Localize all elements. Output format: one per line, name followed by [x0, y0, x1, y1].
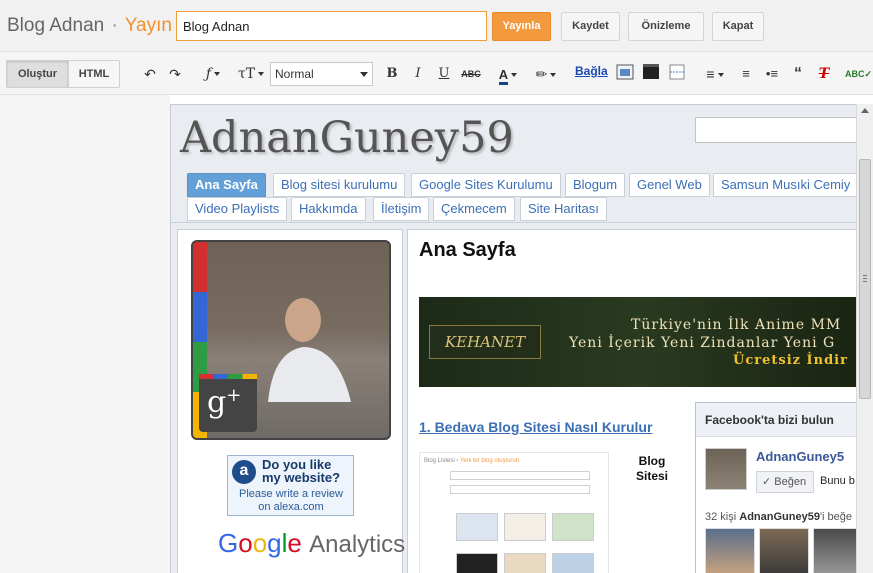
template-thumb — [504, 513, 546, 541]
post-link[interactable]: 1. Bedava Blog Sitesi Nasıl Kurulur — [419, 419, 652, 435]
post-thumbnail[interactable]: Blog Listesi › Yeni bir blog oluşturun — [419, 452, 609, 573]
video-icon[interactable] — [641, 64, 661, 84]
facebook-fan-avatar[interactable] — [759, 528, 809, 573]
facebook-like-count: 32 kişi AdnanGuney59'i beğe — [705, 511, 853, 523]
editor-toolbar: Oluştur HTML ↶ ↷ ƒ τT Normal B I U ABC A… — [0, 52, 873, 95]
blog-search-box[interactable] — [695, 117, 856, 143]
blog-logo: AdnanGuney59 — [180, 113, 514, 163]
tab-cekmecem[interactable]: Çekmecem — [433, 197, 515, 221]
section-label: Yayın — [124, 15, 172, 36]
bold-icon[interactable]: B — [384, 64, 400, 84]
title-separator: · — [111, 15, 118, 36]
jump-break-icon[interactable] — [667, 64, 687, 84]
kehanet-banner[interactable]: KEHANET Türkiye'nin İlk Anime MM Yeni İç… — [419, 297, 856, 387]
page-title: Ana Sayfa — [419, 239, 516, 261]
alexa-subtext: Please write a review on alexa.com — [239, 488, 343, 513]
font-icon[interactable]: ƒ — [198, 64, 228, 84]
facebook-like-button[interactable]: ✓ Beğen — [756, 471, 814, 493]
thumbnail-breadcrumb: Blog Listesi › Yeni bir blog oluşturun — [424, 458, 520, 464]
alexa-headline: Do you like my website? — [262, 457, 341, 485]
blog-sidebar: g+ a Do you like my website? Please writ… — [177, 229, 405, 573]
publish-button[interactable]: Yayınla — [492, 12, 551, 41]
scroll-up-arrow[interactable] — [861, 108, 869, 113]
banner-line-2: Yeni İçerik Yeni Zindanlar Yeni G — [569, 335, 836, 351]
facebook-like-box: Facebook'ta bizi bulun AdnanGuney5 ✓ Beğ… — [695, 402, 856, 573]
strikethrough-icon[interactable]: ABC — [460, 64, 482, 84]
scroll-thumb[interactable] — [859, 159, 871, 399]
redo-icon[interactable]: ↷ — [166, 64, 184, 84]
tab-blog-sitesi-kurulumu[interactable]: Blog sitesi kurulumu — [273, 173, 406, 197]
editor-canvas[interactable]: AdnanGuney59 Ana Sayfa Blog sitesi kurul… — [170, 104, 856, 573]
gplus-bar-blue — [193, 292, 207, 342]
editor-left-margin — [0, 95, 170, 573]
banner-line-1: Türkiye'nin İlk Anime MM — [631, 317, 842, 333]
tab-video-playlists[interactable]: Video Playlists — [187, 197, 288, 221]
tab-ana-sayfa[interactable]: Ana Sayfa — [187, 173, 266, 197]
post-title-input[interactable] — [176, 11, 487, 41]
text-color-icon[interactable]: A — [492, 64, 524, 85]
facebook-fan-avatar[interactable] — [813, 528, 856, 573]
alexa-icon: a — [232, 460, 256, 484]
tab-divider — [171, 222, 856, 223]
facebook-page-avatar[interactable] — [705, 448, 747, 490]
facebook-page-name[interactable]: AdnanGuney5 — [756, 449, 844, 464]
editor-scrollbar[interactable] — [856, 104, 873, 573]
banner-line-3: Ücretsiz İndir — [733, 353, 848, 368]
numbered-list-icon[interactable]: ≡ — [736, 64, 756, 84]
tab-site-haritasi[interactable]: Site Haritası — [520, 197, 607, 221]
tab-google-sites-kurulumu[interactable]: Google Sites Kurulumu — [411, 173, 561, 197]
quote-icon[interactable]: “ — [788, 64, 808, 84]
app-title: Blog Adnan · Yayın — [7, 15, 172, 37]
template-thumb — [456, 513, 498, 541]
italic-icon[interactable]: I — [410, 64, 426, 84]
align-icon[interactable]: ≡ — [700, 64, 730, 84]
profile-photo[interactable]: g+ — [191, 240, 391, 440]
template-thumb — [552, 513, 594, 541]
html-mode-button[interactable]: HTML — [69, 61, 119, 87]
banner-logo: KEHANET — [429, 325, 541, 359]
image-icon[interactable] — [615, 64, 635, 84]
paragraph-format-select[interactable]: Normal — [270, 62, 373, 86]
close-button[interactable]: Kapat — [712, 12, 764, 41]
tab-hakkimda[interactable]: Hakkımda — [291, 197, 366, 221]
facebook-like-suffix: Bunu b — [820, 475, 855, 487]
thumbnail-field — [450, 485, 590, 494]
format-value: Normal — [275, 67, 314, 81]
spellcheck-icon[interactable]: ABC✓ — [845, 64, 872, 84]
blog-name[interactable]: Blog Adnan — [7, 15, 104, 36]
bullet-list-icon[interactable]: •≡ — [762, 64, 782, 84]
font-size-icon[interactable]: τT — [236, 64, 266, 84]
template-thumb — [456, 553, 498, 573]
remove-format-icon[interactable]: T — [814, 64, 834, 84]
underline-icon[interactable]: U — [436, 64, 452, 84]
gplus-icon: g+ — [199, 374, 257, 432]
save-button[interactable]: Kaydet — [561, 12, 620, 41]
thumbnail-field — [450, 471, 590, 480]
google-analytics-logo[interactable]: Google Analytics — [218, 528, 405, 559]
highlight-icon[interactable]: ✏ — [530, 64, 562, 84]
person-silhouette — [268, 298, 351, 402]
thumbnail-caption: Blog Sitesi — [635, 454, 668, 483]
undo-icon[interactable]: ↶ — [142, 64, 158, 84]
link-button[interactable]: Bağla — [575, 64, 608, 78]
tab-genel-web[interactable]: Genel Web — [629, 173, 710, 197]
preview-button[interactable]: Önizleme — [628, 12, 704, 41]
facebook-fan-avatar[interactable] — [705, 528, 755, 573]
tab-samsun-musiki[interactable]: Samsun Musıki Cemiy — [713, 173, 856, 197]
blog-main-content: Ana Sayfa KEHANET Türkiye'nin İlk Anime … — [407, 229, 856, 573]
alexa-widget[interactable]: a Do you like my website? Please write a… — [227, 455, 354, 516]
top-bar: Blog Adnan · Yayın Yayınla Kaydet Önizle… — [0, 0, 873, 52]
gplus-bar-red — [193, 242, 207, 292]
mode-toggle: Oluştur HTML — [6, 60, 120, 88]
facebook-box-header: Facebook'ta bizi bulun — [696, 403, 856, 437]
tab-iletisim[interactable]: İletişim — [373, 197, 430, 221]
template-thumb — [504, 553, 546, 573]
template-thumb — [552, 553, 594, 573]
tab-blogum[interactable]: Blogum — [565, 173, 626, 197]
compose-mode-button[interactable]: Oluştur — [7, 61, 69, 87]
